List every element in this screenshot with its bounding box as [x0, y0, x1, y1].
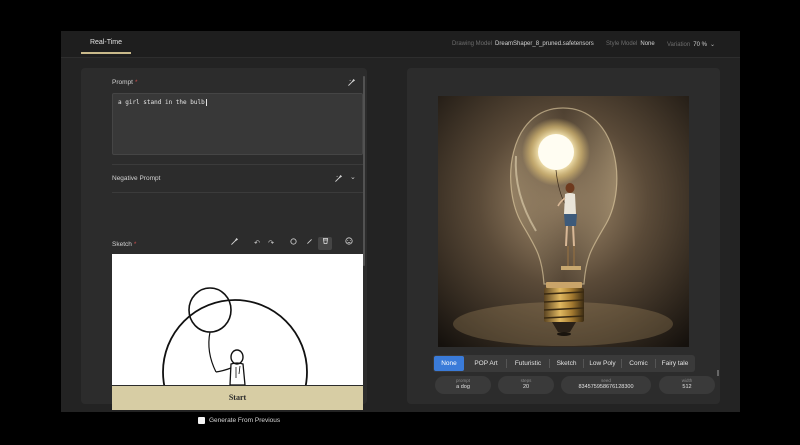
- drawing-model-label: Drawing Model: [452, 41, 493, 47]
- start-button[interactable]: Start: [112, 386, 363, 410]
- section-divider: [112, 192, 363, 193]
- magic-brush-icon[interactable]: [348, 78, 356, 88]
- variation-value: 70 %: [693, 42, 707, 48]
- style-option-futuristic[interactable]: Futuristic: [507, 356, 549, 371]
- style-option-sketch[interactable]: Sketch: [550, 356, 583, 371]
- style-option-fairy-tale[interactable]: Fairy tale: [656, 356, 694, 371]
- line-icon[interactable]: [302, 237, 316, 250]
- generate-from-previous-option[interactable]: Generate From Previous: [198, 417, 280, 424]
- negative-prompt-label[interactable]: Negative Prompt: [112, 175, 160, 182]
- prompt-input[interactable]: a girl stand in the bulb: [112, 93, 363, 155]
- output-panel: None POP Art Futuristic Sketch Low Poly …: [407, 68, 720, 404]
- magic-brush-icon[interactable]: [335, 174, 343, 184]
- params-scrollbar[interactable]: [717, 370, 719, 376]
- style-selector: None POP Art Futuristic Sketch Low Poly …: [433, 355, 695, 372]
- tab-active-indicator: [81, 52, 131, 54]
- text-caret: [205, 99, 207, 106]
- input-panel: Prompt * a girl stand in the bulb Negativ…: [81, 68, 367, 424]
- bulb-girl-illustration: [438, 96, 689, 347]
- style-option-pop-art[interactable]: POP Art: [466, 356, 506, 371]
- prompt-value: a girl stand in the bulb: [118, 99, 207, 106]
- style-model-value: None: [640, 41, 655, 47]
- top-bar: Real-Time Drawing Model DreamShaper_8_pru…: [61, 31, 740, 58]
- generated-image: [438, 96, 689, 347]
- panel-scrollbar[interactable]: [363, 76, 365, 266]
- prompt-label: Prompt *: [112, 79, 138, 86]
- sketch-label: Sketch *: [112, 241, 137, 248]
- variation-label: Variation: [667, 42, 691, 48]
- section-divider: [112, 164, 363, 165]
- drawing-model-value: DreamShaper_8_pruned.safetensors: [495, 41, 594, 47]
- drawing-model-selector[interactable]: Drawing Model DreamShaper_8_pruned.safete…: [452, 41, 594, 47]
- brush-icon[interactable]: [227, 237, 241, 250]
- bucket-icon[interactable]: [318, 237, 332, 250]
- generate-from-previous-checkbox[interactable]: [198, 417, 205, 424]
- style-option-none[interactable]: None: [434, 356, 464, 371]
- circle-icon[interactable]: [286, 237, 300, 250]
- variation-selector[interactable]: Variation 70 % ⌄: [667, 41, 715, 48]
- chevron-down-icon[interactable]: ⌄: [350, 174, 356, 181]
- required-mark: *: [134, 79, 138, 86]
- style-model-label: Style Model: [606, 41, 638, 47]
- required-mark: *: [133, 241, 137, 248]
- tab-realtime[interactable]: Real-Time: [81, 39, 131, 46]
- style-option-comic[interactable]: Comic: [622, 356, 655, 371]
- undo-icon[interactable]: ↶: [250, 237, 264, 250]
- app-window: Real-Time Drawing Model DreamShaper_8_pru…: [61, 31, 740, 424]
- param-width: width 512: [659, 376, 715, 394]
- sketch-canvas[interactable]: [112, 254, 363, 385]
- param-prompt: prompt a dog: [435, 376, 491, 394]
- generate-from-previous-label: Generate From Previous: [209, 417, 281, 425]
- scrollbar-thumb[interactable]: [363, 76, 365, 266]
- param-seed: seed 834575958676128300: [561, 376, 651, 394]
- param-steps: steps 20: [498, 376, 554, 394]
- style-model-selector[interactable]: Style Model None: [606, 41, 655, 47]
- style-option-low-poly[interactable]: Low Poly: [584, 356, 621, 371]
- chevron-down-icon[interactable]: ⌄: [710, 41, 715, 48]
- sketch-drawing: [162, 287, 308, 385]
- redo-icon[interactable]: ↷: [264, 237, 278, 250]
- reset-icon[interactable]: [342, 237, 356, 250]
